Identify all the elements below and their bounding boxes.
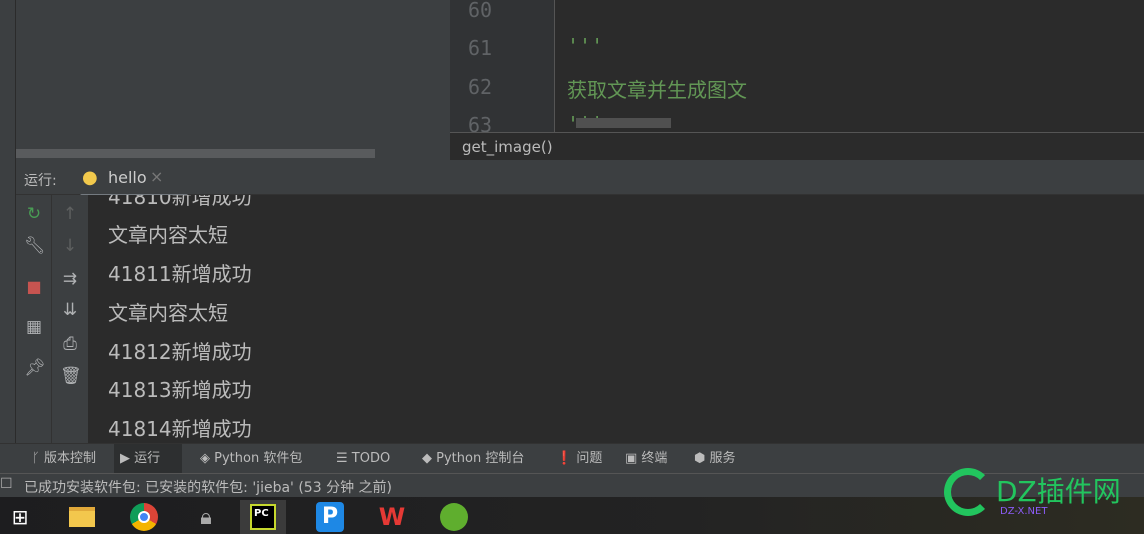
pin-icon[interactable]: 📌︎ (24, 358, 46, 378)
console-line: 41813新增成功 (108, 378, 252, 402)
line-number: 63 (468, 113, 493, 132)
run-tab-bar: 运行: ● hello × (16, 160, 1144, 198)
console-line: 41812新增成功 (108, 340, 252, 364)
line-number: 61 (468, 36, 493, 60)
warning-icon: ❗ (556, 451, 577, 466)
watermark-sub: DZ-X.NET (1000, 506, 1048, 517)
logo-mark (944, 468, 992, 516)
branch-icon: ᚴ (32, 451, 44, 466)
console-line: 文章内容太短 (108, 223, 228, 247)
toolwindow-run[interactable]: ▶ 运行 (114, 444, 182, 474)
tab-label: hello (108, 168, 147, 187)
wrench-icon[interactable]: 🔧︎ (24, 236, 46, 256)
console-line: 41814新增成功 (108, 417, 252, 441)
print-icon[interactable]: ⎙ (60, 334, 80, 354)
watermark-title: DZ插件网 (996, 475, 1121, 508)
layout-icon[interactable]: ▦ (24, 317, 44, 337)
watermark-logo: DZ插件网 DZ-X.NET (944, 468, 1144, 530)
chrome-icon[interactable] (124, 500, 164, 534)
p-app-icon[interactable]: P (310, 500, 350, 534)
services-icon: ⬢ (694, 451, 710, 466)
toolwindow-services[interactable]: ⬢ 服务 (688, 444, 742, 474)
selection-highlight (576, 118, 671, 128)
console-output[interactable]: 41810新增成功 文章内容太短 41811新增成功 文章内容太短 41812新… (88, 195, 1144, 443)
console-toolbar: ↑ ↓ ⇉ ⇊ ⎙ 🗑︎ (52, 195, 88, 443)
stop-icon[interactable]: ■ (24, 277, 44, 297)
toolwindow-python-console[interactable]: ◆ Python 控制台 (416, 444, 530, 474)
project-panel (16, 0, 450, 160)
line-number: 62 (468, 75, 493, 99)
code-editor[interactable]: 60 61 62 63 ''' 获取文章并生成图文 ''' (450, 0, 1144, 132)
toolwindow-version-control[interactable]: ᚴ 版本控制 (26, 444, 102, 474)
run-label: 运行: (24, 173, 57, 189)
pycharm-icon[interactable]: PC (240, 500, 286, 534)
vpn-lock-icon[interactable]: 🔒︎ (186, 500, 226, 534)
trash-icon[interactable]: 🗑︎ (60, 366, 82, 386)
window-icon[interactable]: ☐ (0, 476, 13, 492)
wps-icon[interactable]: W (372, 500, 412, 534)
up-arrow-icon[interactable]: ↑ (60, 204, 80, 224)
toolwindow-problems[interactable]: ❗ 问题 (550, 444, 608, 474)
windows-start-icon[interactable]: ⊞ (0, 500, 40, 534)
breadcrumb[interactable]: get_image() (450, 132, 1144, 160)
layers-icon: ◈ (200, 451, 215, 466)
file-explorer-icon[interactable] (62, 500, 102, 534)
rerun-icon[interactable]: ↻ (24, 204, 44, 224)
list-icon: ☰ (336, 451, 352, 466)
console-line: 文章内容太短 (108, 301, 228, 325)
toolwindow-todo[interactable]: ☰ TODO (330, 444, 396, 474)
console-line: 41810新增成功 (108, 195, 252, 209)
left-tool-stripe (0, 0, 16, 443)
line-number: 60 (468, 0, 493, 22)
down-arrow-icon[interactable]: ↓ (60, 236, 80, 256)
python-icon: ● (82, 167, 98, 188)
scroll-to-end-icon[interactable]: ⇊ (60, 300, 80, 320)
terminal-icon: ▣ (625, 451, 642, 466)
soft-wrap-icon[interactable]: ⇉ (60, 269, 80, 289)
green-app-icon[interactable] (434, 500, 474, 534)
gutter (450, 0, 555, 132)
code-line: ''' (567, 34, 604, 58)
console-line: 41811新增成功 (108, 262, 252, 286)
toolwindow-python-packages[interactable]: ◈ Python 软件包 (194, 444, 308, 474)
toolwindow-terminal[interactable]: ▣ 终端 (619, 444, 673, 474)
status-message[interactable]: 已成功安装软件包: 已安装的软件包: 'jieba' (53 分钟 之前) (24, 480, 392, 496)
horizontal-scrollbar[interactable] (16, 149, 375, 158)
run-toolbar: ↻ 🔧︎ ■ ▦ 📌︎ (16, 195, 52, 443)
close-icon[interactable]: × (150, 167, 163, 186)
run-icon: ▶ (120, 451, 135, 466)
python-icon: ◆ (422, 451, 437, 466)
tab-hello[interactable]: ● hello × (80, 160, 188, 198)
code-line: 获取文章并生成图文 (567, 78, 747, 102)
